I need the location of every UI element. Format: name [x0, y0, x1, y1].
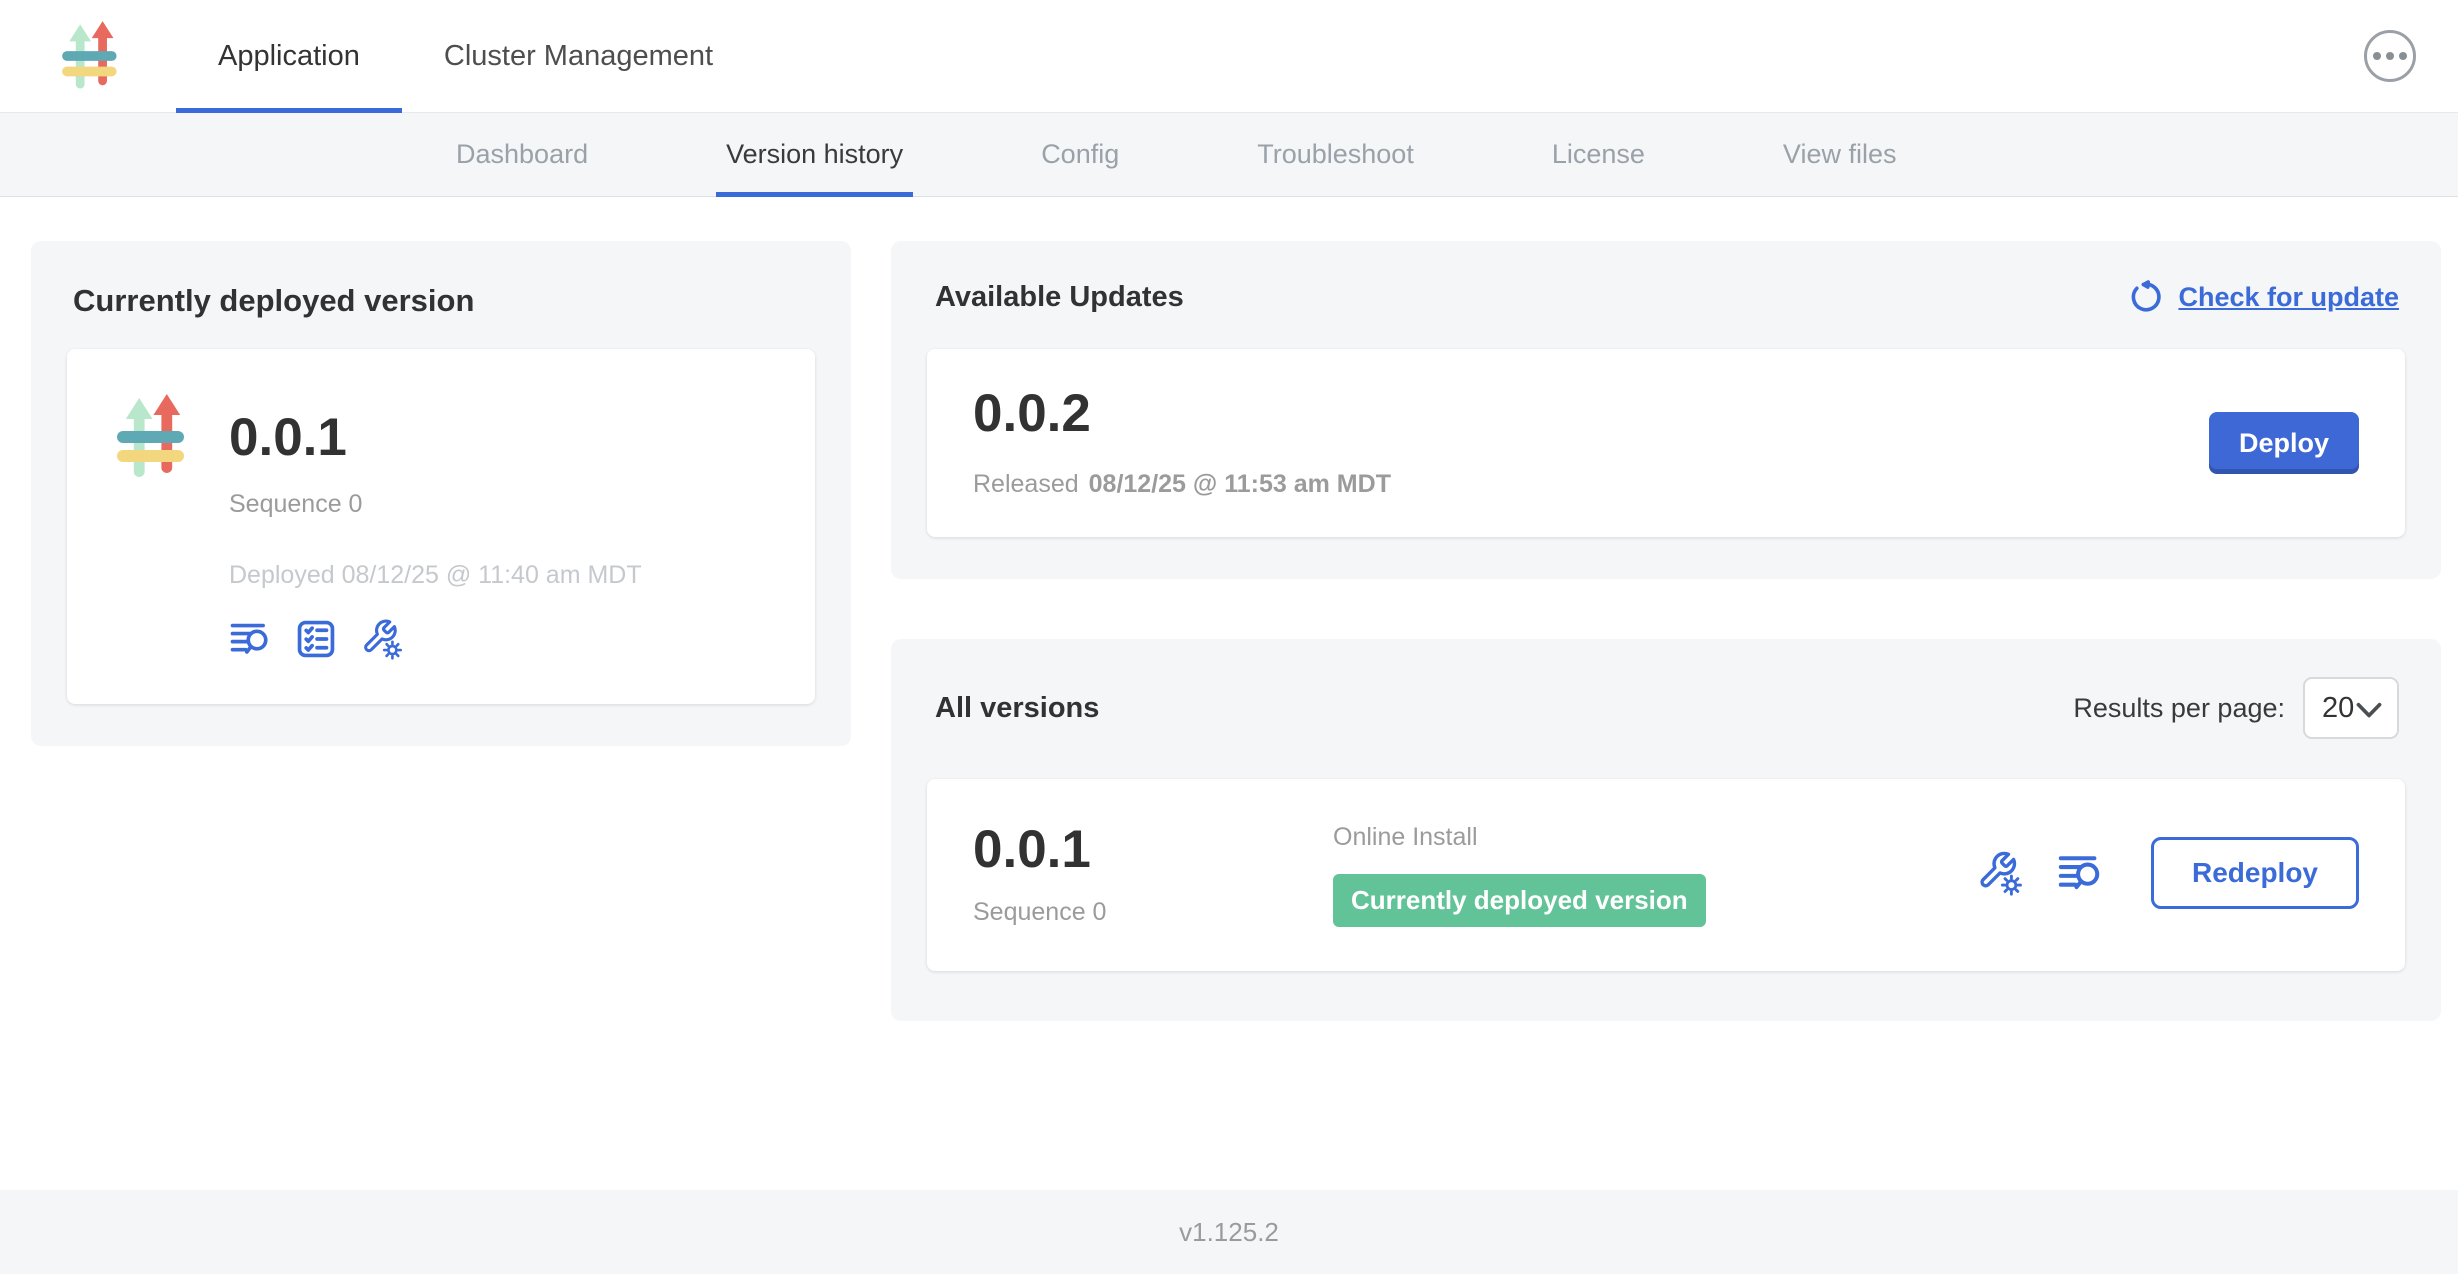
available-updates-title: Available Updates — [935, 281, 1184, 314]
currently-deployed-badge: Currently deployed version — [1333, 874, 1706, 927]
released-date: 08/12/25 @ 11:53 am MDT — [1089, 470, 1391, 498]
row-sequence: Sequence 0 — [973, 898, 1333, 927]
deploy-button[interactable]: Deploy — [2209, 412, 2359, 474]
app-footer: v1.125.2 — [0, 1190, 2458, 1274]
all-versions-card: All versions Results per page: 20 0.0. — [891, 639, 2441, 1021]
subnav-tab-config[interactable]: Config — [1037, 113, 1123, 196]
subnav-tab-version-history[interactable]: Version history — [722, 113, 907, 196]
check-for-update-link[interactable]: Check for update — [2128, 279, 2399, 315]
deployed-version-details: 0.0.1 Sequence 0 Deployed 08/12/25 @ 11:… — [229, 389, 642, 660]
app-logo-icon — [54, 17, 132, 95]
release-notes-icon[interactable] — [2057, 850, 2103, 896]
tab-application-label: Application — [218, 40, 360, 73]
subnav-tab-troubleshoot[interactable]: Troubleshoot — [1253, 113, 1418, 196]
tab-application[interactable]: Application — [176, 0, 402, 112]
results-per-page: Results per page: 20 — [2073, 677, 2399, 739]
redeploy-button[interactable]: Redeploy — [2151, 837, 2359, 909]
app-header: Application Cluster Management — [0, 0, 2458, 113]
version-row-actions: Redeploy — [1977, 837, 2359, 909]
deployed-version-card: 0.0.1 Sequence 0 Deployed 08/12/25 @ 11:… — [67, 349, 815, 704]
tab-cluster-management-label: Cluster Management — [444, 40, 713, 73]
update-released-line: Released 08/12/25 @ 11:53 am MDT — [973, 470, 1391, 499]
row-version-number: 0.0.1 — [973, 823, 1333, 876]
results-per-page-value: 20 — [2322, 692, 2354, 725]
update-row: 0.0.2 Released 08/12/25 @ 11:53 am MDT De… — [927, 349, 2405, 537]
available-updates-header: Available Updates Check for update — [927, 273, 2405, 315]
install-type-label: Online Install — [1333, 823, 1706, 852]
preflight-checks-icon[interactable] — [295, 618, 337, 660]
app-subnav: Dashboard Version history Config Trouble… — [0, 113, 2458, 197]
check-for-update-label: Check for update — [2178, 282, 2399, 313]
edit-config-icon[interactable] — [1977, 850, 2023, 896]
refresh-icon — [2128, 279, 2164, 315]
results-per-page-label: Results per page: — [2073, 693, 2285, 724]
app-logo-icon — [107, 389, 203, 485]
update-details: 0.0.2 Released 08/12/25 @ 11:53 am MDT — [973, 387, 1391, 499]
console-version: v1.125.2 — [1179, 1217, 1279, 1248]
released-prefix: Released — [973, 470, 1079, 498]
edit-config-icon[interactable] — [361, 618, 403, 660]
currently-deployed-title: Currently deployed version — [73, 283, 815, 319]
version-history-content: Currently deployed version 0.0.1 Sequenc… — [0, 197, 2458, 1190]
all-versions-header: All versions Results per page: 20 — [927, 671, 2405, 739]
deployed-version-actions — [229, 618, 642, 660]
currently-deployed-card: Currently deployed version 0.0.1 Sequenc… — [31, 241, 851, 746]
chevron-down-icon — [2356, 702, 2382, 719]
update-version-number: 0.0.2 — [973, 387, 1391, 440]
deployed-timestamp: Deployed 08/12/25 @ 11:40 am MDT — [229, 561, 642, 590]
subnav-tab-view-files[interactable]: View files — [1779, 113, 1901, 196]
tab-cluster-management[interactable]: Cluster Management — [402, 0, 755, 112]
right-column: Available Updates Check for update 0.0.2… — [891, 241, 2441, 1021]
version-row-identity: 0.0.1 Sequence 0 — [973, 823, 1333, 927]
deployed-version-number: 0.0.1 — [229, 411, 642, 464]
header-nav: Application Cluster Management — [176, 0, 755, 112]
deployed-sequence: Sequence 0 — [229, 490, 642, 519]
subnav-tab-dashboard[interactable]: Dashboard — [452, 113, 592, 196]
all-versions-title: All versions — [935, 692, 1099, 725]
subnav-tab-license[interactable]: License — [1548, 113, 1649, 196]
results-per-page-select[interactable]: 20 — [2303, 677, 2399, 739]
release-notes-icon[interactable] — [229, 618, 271, 660]
more-options-button[interactable] — [2364, 30, 2416, 82]
ellipsis-icon — [2373, 52, 2381, 60]
available-updates-card: Available Updates Check for update 0.0.2… — [891, 241, 2441, 579]
version-row-status: Online Install Currently deployed versio… — [1333, 823, 1706, 927]
version-row: 0.0.1 Sequence 0 Online Install Currentl… — [927, 779, 2405, 971]
admin-console-page: Application Cluster Management Dashboard… — [0, 0, 2458, 1274]
